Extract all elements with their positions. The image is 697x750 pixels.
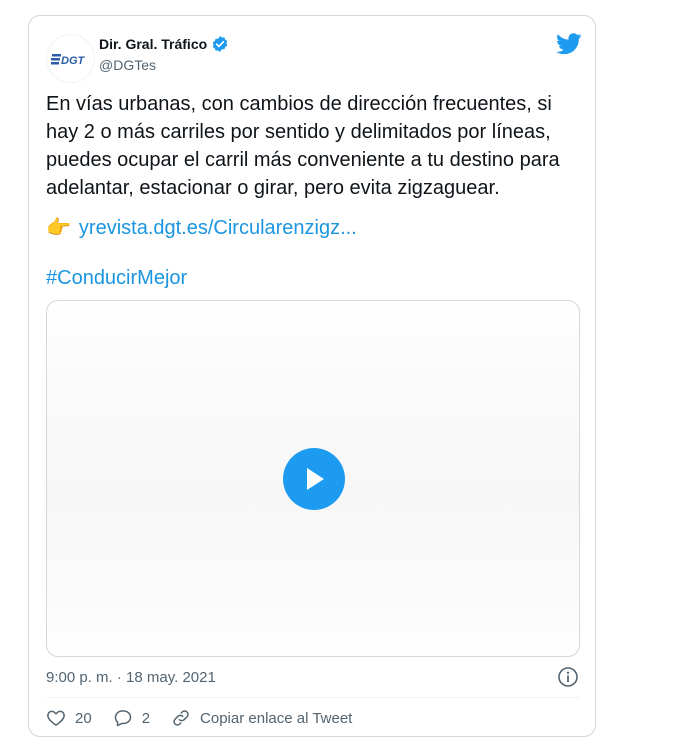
avatar-text: DGT [61, 55, 86, 67]
like-count: 20 [75, 709, 92, 727]
author-name[interactable]: Dir. Gral. Tráfico [99, 35, 229, 53]
pointing-hand-emoji: 👉 [46, 217, 71, 239]
hashtag-link[interactable]: #ConducirMejor [46, 264, 187, 292]
dgt-logo-icon: DGT [50, 53, 86, 67]
link-icon [173, 710, 189, 726]
info-icon[interactable] [557, 666, 579, 688]
copy-link-button[interactable]: Copiar enlace al Tweet [171, 708, 352, 728]
tweet-timestamp[interactable]: 9:00 p. m. · 18 may. 2021 [46, 669, 216, 686]
tweet-card[interactable]: DGT Dir. Gral. Tráfico @DGTes En vías ur… [28, 15, 596, 737]
play-icon [307, 468, 324, 490]
reply-bubble-icon [114, 710, 131, 727]
avatar[interactable]: DGT [46, 34, 95, 83]
author-handle[interactable]: @DGTes [99, 57, 156, 73]
tweet-text: En vías urbanas, con cambios de direcció… [46, 93, 560, 199]
tweet-link-line: 👉 yrevista.dgt.es/Circularenzigz... [46, 214, 357, 242]
reply-count: 2 [141, 709, 151, 727]
action-bar: 20 2 Copiar enlace al Tweet [46, 708, 373, 728]
video-player[interactable] [46, 300, 580, 657]
verified-badge-icon [212, 36, 228, 52]
copy-link-label: Copiar enlace al Tweet [200, 709, 353, 727]
play-button[interactable] [283, 448, 345, 510]
heart-icon [47, 710, 65, 726]
tweet-link[interactable]: yrevista.dgt.es/Circularenzigz... [79, 214, 357, 242]
author-name-label: Dir. Gral. Tráfico [99, 36, 208, 52]
reply-button[interactable]: 2 [113, 708, 150, 728]
like-button[interactable]: 20 [46, 708, 92, 728]
divider [46, 697, 580, 698]
twitter-logo-icon[interactable] [556, 33, 582, 55]
